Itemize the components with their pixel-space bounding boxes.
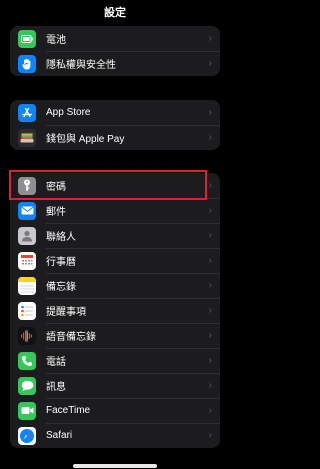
facetime-icon [18, 401, 36, 420]
settings-row-phone[interactable]: 電話 › [10, 348, 220, 373]
settings-group-store: App Store › 錢包與 Apple Pay › [10, 100, 220, 150]
settings-row-label: App Store [46, 107, 91, 118]
settings-row-facetime[interactable]: FaceTime › [10, 398, 220, 423]
messages-icon [18, 376, 36, 395]
settings-row-label: Safari [46, 430, 73, 441]
page-title: 設定 [104, 7, 126, 19]
chevron-right-icon: › [208, 33, 212, 44]
settings-row-passwords[interactable]: 密碼 › [10, 173, 220, 198]
mail-icon [18, 201, 36, 220]
app-store-icon [18, 103, 36, 122]
home-indicator[interactable] [73, 464, 157, 468]
chevron-right-icon: › [208, 405, 212, 416]
settings-row-label: 密碼 [46, 182, 66, 193]
settings-row-label: 語音備忘錄 [46, 332, 96, 343]
chevron-right-icon: › [208, 180, 212, 191]
settings-row-label: 錢包與 Apple Pay [46, 134, 125, 145]
calendar-icon [18, 251, 36, 270]
battery-icon [18, 29, 36, 48]
hand-icon [18, 54, 36, 73]
settings-row-voice-memos[interactable]: 語音備忘錄 › [10, 323, 220, 348]
reminders-icon [18, 301, 36, 320]
chevron-right-icon: › [208, 380, 212, 391]
chevron-right-icon: › [208, 430, 212, 441]
settings-row-privacy[interactable]: 隱私權與安全性 › [10, 51, 220, 76]
chevron-right-icon: › [208, 305, 212, 316]
settings-group-apps: 密碼 › 郵件 › 聯絡人 › 行事曆 › 備忘錄 › 提醒事項 › 語音備忘錄… [10, 173, 220, 448]
chevron-right-icon: › [208, 107, 212, 118]
notes-icon [18, 276, 36, 295]
chevron-right-icon: › [208, 355, 212, 366]
settings-row-label: 備忘錄 [46, 282, 76, 293]
settings-group-system: 電池 › 隱私權與安全性 › [10, 26, 220, 76]
safari-icon [18, 426, 36, 445]
settings-row-label: 提醒事項 [46, 307, 86, 318]
settings-row-safari[interactable]: Safari › [10, 423, 220, 448]
chevron-right-icon: › [208, 205, 212, 216]
settings-row-notes[interactable]: 備忘錄 › [10, 273, 220, 298]
settings-row-wallet[interactable]: 錢包與 Apple Pay › [10, 125, 220, 150]
settings-row-contacts[interactable]: 聯絡人 › [10, 223, 220, 248]
settings-row-label: 聯絡人 [46, 232, 76, 243]
settings-row-battery[interactable]: 電池 › [10, 26, 220, 51]
voice-memos-icon [18, 326, 36, 345]
phone-icon [18, 351, 36, 370]
chevron-right-icon: › [208, 330, 212, 341]
settings-row-label: 訊息 [46, 382, 66, 393]
chevron-right-icon: › [208, 132, 212, 143]
settings-row-label: FaceTime [46, 405, 91, 416]
chevron-right-icon: › [208, 230, 212, 241]
settings-row-label: 郵件 [46, 207, 66, 218]
settings-row-label: 電話 [46, 357, 66, 368]
settings-row-messages[interactable]: 訊息 › [10, 373, 220, 398]
settings-row-label: 行事曆 [46, 257, 76, 268]
key-icon [18, 176, 36, 195]
settings-row-app-store[interactable]: App Store › [10, 100, 220, 125]
chevron-right-icon: › [208, 58, 212, 69]
chevron-right-icon: › [208, 280, 212, 291]
settings-row-calendar[interactable]: 行事曆 › [10, 248, 220, 273]
contacts-icon [18, 226, 36, 245]
settings-row-label: 隱私權與安全性 [46, 60, 116, 71]
wallet-icon [18, 128, 36, 147]
settings-row-label: 電池 [46, 35, 66, 46]
settings-row-mail[interactable]: 郵件 › [10, 198, 220, 223]
chevron-right-icon: › [208, 255, 212, 266]
settings-row-reminders[interactable]: 提醒事項 › [10, 298, 220, 323]
